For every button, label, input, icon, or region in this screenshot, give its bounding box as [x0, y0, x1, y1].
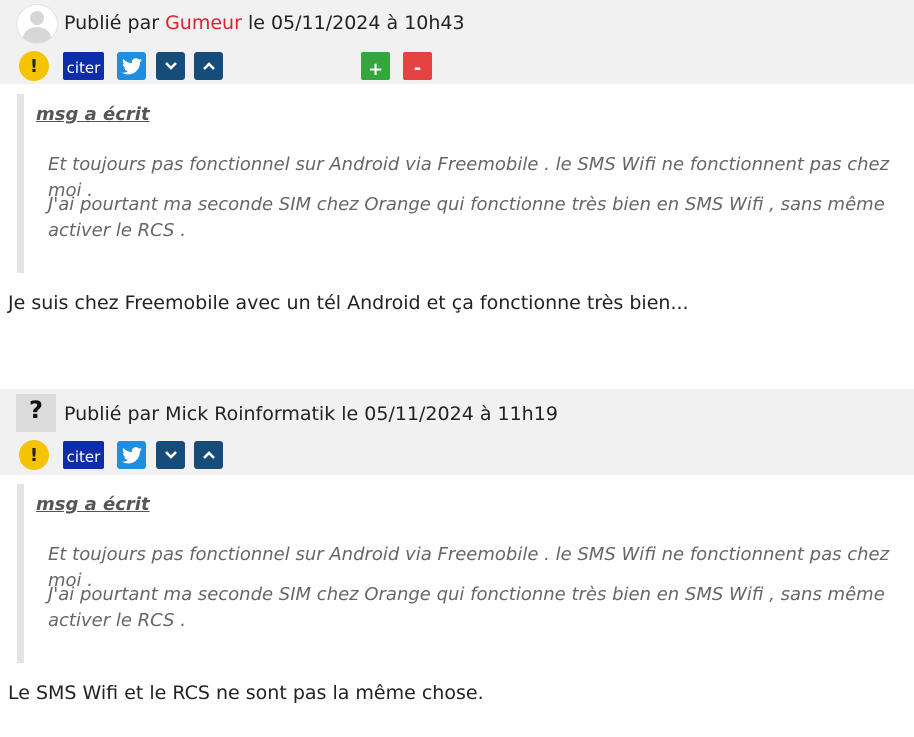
post-byline: Publié par Mick Roinformatik le 05/11/20…	[64, 403, 558, 425]
scroll-down-button[interactable]	[156, 52, 185, 80]
avatar[interactable]: ?	[16, 394, 56, 432]
byline-prefix: Publié par	[64, 12, 160, 34]
avatar-head-shape	[30, 11, 44, 25]
chevron-down-icon	[164, 451, 177, 459]
forum-post: ? Publié par Mick Roinformatik le 05/11/…	[0, 389, 914, 704]
post-date: le 05/11/2024 à 11h19	[341, 403, 558, 425]
cite-button[interactable]: citer	[63, 52, 104, 80]
chevron-down-icon	[164, 62, 177, 70]
quote-block: msg a écrit Et toujours pas fonctionnel …	[17, 484, 914, 663]
quote-text: J'ai pourtant ma seconde SIM chez Orange…	[48, 584, 885, 631]
twitter-share-button[interactable]	[117, 52, 146, 80]
downvote-button[interactable]: -	[403, 52, 432, 80]
avatar[interactable]	[16, 4, 58, 44]
avatar-body-shape	[23, 27, 51, 43]
twitter-icon	[121, 446, 142, 463]
upvote-button[interactable]: +	[361, 52, 390, 80]
cite-button[interactable]: citer	[63, 441, 104, 469]
report-button[interactable]: !	[19, 440, 49, 470]
quote-block: msg a écrit Et toujours pas fonctionnel …	[17, 94, 914, 273]
quote-text: J'ai pourtant ma seconde SIM chez Orange…	[48, 194, 885, 241]
post-byline: Publié par Gumeur le 05/11/2024 à 10h43	[64, 12, 465, 34]
scroll-down-button[interactable]	[156, 441, 185, 469]
author-name: Mick Roinformatik	[165, 403, 336, 425]
quote-author-link[interactable]: msg a écrit	[36, 104, 150, 125]
post-header: ? Publié par Mick Roinformatik le 05/11/…	[0, 389, 914, 475]
twitter-share-button[interactable]	[117, 441, 146, 469]
alert-icon: !	[29, 444, 39, 466]
scroll-up-button[interactable]	[194, 441, 223, 469]
post-date: le 05/11/2024 à 10h43	[247, 12, 465, 34]
chevron-up-icon	[202, 62, 215, 70]
forum-post: Publié par Gumeur le 05/11/2024 à 10h43 …	[0, 0, 914, 314]
chevron-up-icon	[202, 451, 215, 459]
post-body-text: Je suis chez Freemobile avec un tél Andr…	[8, 292, 689, 314]
byline-prefix: Publié par	[64, 403, 160, 425]
twitter-icon	[121, 57, 142, 74]
report-button[interactable]: !	[19, 51, 49, 81]
scroll-up-button[interactable]	[194, 52, 223, 80]
alert-icon: !	[29, 55, 39, 77]
post-header: Publié par Gumeur le 05/11/2024 à 10h43 …	[0, 0, 914, 84]
author-link[interactable]: Gumeur	[165, 12, 242, 34]
quote-author-link[interactable]: msg a écrit	[36, 494, 150, 515]
post-body-text: Le SMS Wifi et le RCS ne sont pas la mêm…	[8, 682, 484, 704]
question-mark-icon: ?	[29, 396, 43, 424]
